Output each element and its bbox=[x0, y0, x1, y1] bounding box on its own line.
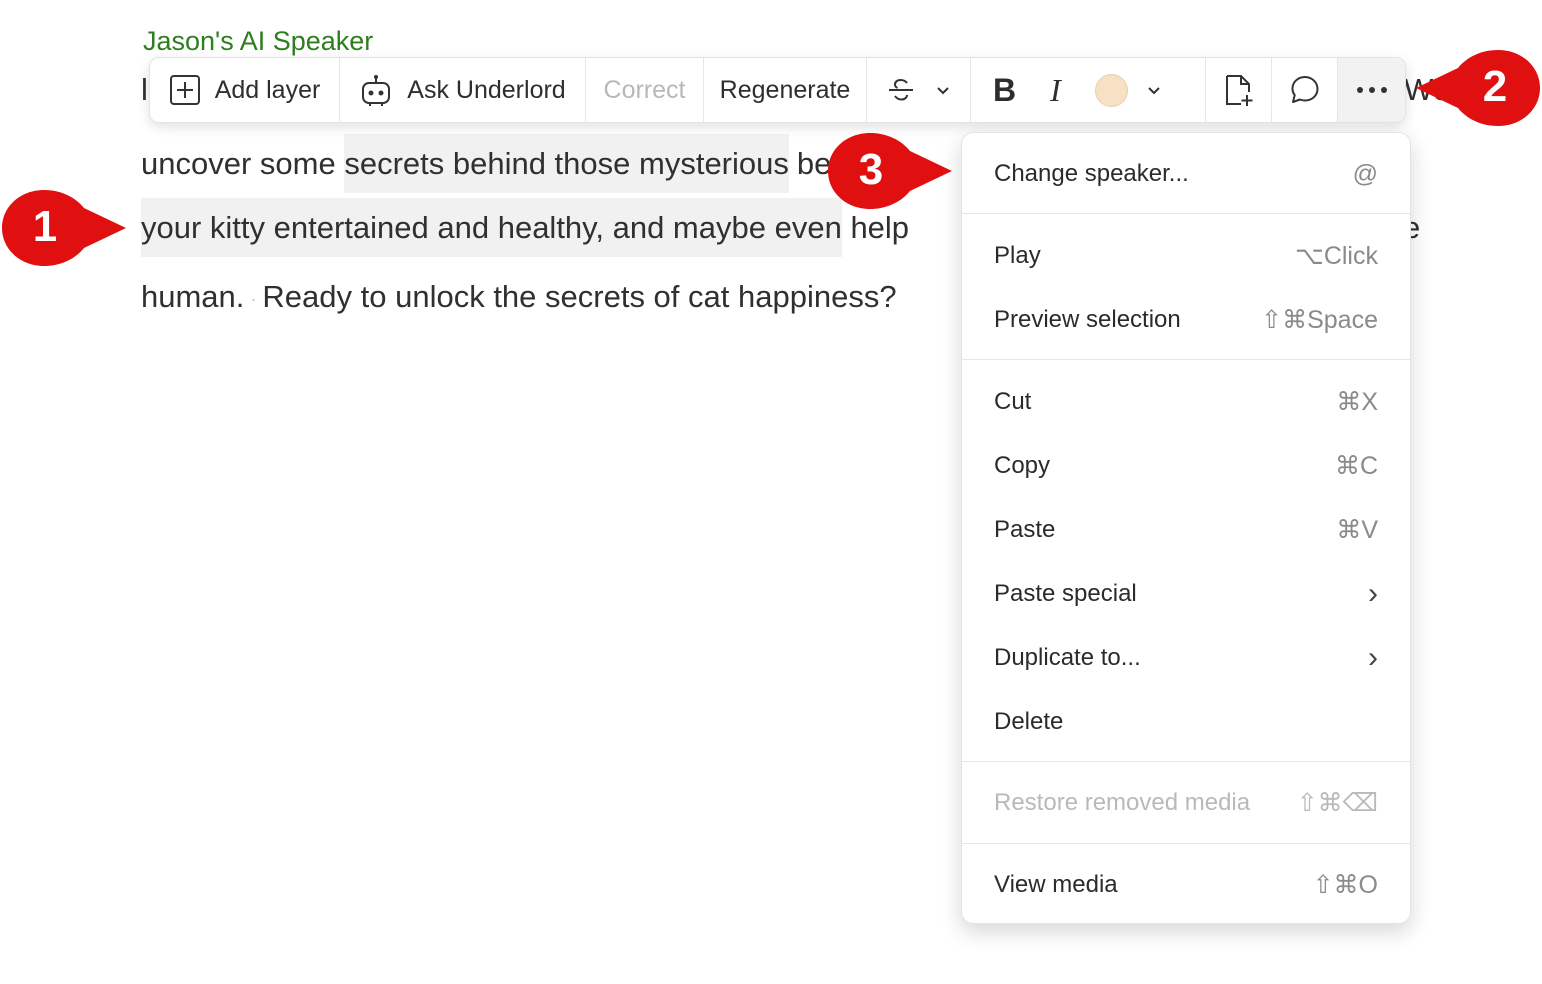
correct-label: Correct bbox=[603, 75, 686, 104]
menu-item-shortcut: ⇧⌘Space bbox=[1261, 306, 1378, 334]
menu-separator bbox=[962, 213, 1410, 214]
callout-1-label: 1 bbox=[32, 202, 58, 251]
menu-item-paste-special[interactable]: Paste special › bbox=[962, 570, 1410, 618]
transcript-line-3[interactable]: your kitty entertained and healthy, and … bbox=[141, 198, 910, 257]
correct-button[interactable]: Correct bbox=[586, 58, 704, 122]
callout-3: 3 bbox=[826, 131, 954, 211]
selection-toolbar: Add layer Ask Underlord Correct Regenera… bbox=[149, 57, 1406, 123]
chevron-right-icon: › bbox=[1368, 577, 1378, 610]
menu-item-delete[interactable]: Delete bbox=[962, 698, 1410, 746]
more-options-menu: Change speaker... @ Play ⌥Click Preview … bbox=[961, 132, 1411, 924]
add-file-button[interactable] bbox=[1206, 58, 1272, 122]
menu-item-duplicate-to[interactable]: Duplicate to... › bbox=[962, 634, 1410, 682]
menu-item-label: Delete bbox=[994, 708, 1064, 735]
add-layer-button[interactable]: Add layer bbox=[150, 58, 340, 122]
menu-item-label: Play bbox=[994, 242, 1041, 269]
ask-underlord-label: Ask Underlord bbox=[407, 75, 566, 104]
line1-left: l bbox=[141, 72, 148, 107]
menu-separator bbox=[962, 843, 1410, 844]
speaker-name[interactable]: Jason's AI Speaker bbox=[143, 26, 373, 57]
plus-square-icon bbox=[169, 74, 201, 106]
menu-item-restore-removed-media[interactable]: Restore removed media ⇧⌘⌫ bbox=[962, 779, 1410, 827]
line4-b: Ready to unlock the secrets of cat happi… bbox=[262, 279, 897, 314]
line2-plain: uncover some bbox=[141, 146, 345, 181]
menu-item-shortcut: ⌘X bbox=[1336, 388, 1378, 416]
callout-2-label: 2 bbox=[1482, 62, 1508, 111]
word-gap-dot: · bbox=[250, 288, 257, 309]
add-file-icon bbox=[1224, 73, 1254, 107]
menu-item-shortcut: ⌘C bbox=[1334, 452, 1378, 480]
menu-item-preview-selection[interactable]: Preview selection ⇧⌘Space bbox=[962, 296, 1410, 344]
menu-item-label: Change speaker... bbox=[994, 160, 1189, 187]
comment-button[interactable] bbox=[1272, 58, 1338, 122]
transcript-line-2[interactable]: uncover some secrets behind those myster… bbox=[141, 134, 831, 193]
regenerate-label: Regenerate bbox=[719, 75, 851, 104]
menu-item-shortcut: ⌘V bbox=[1336, 516, 1378, 544]
line4-a: human. bbox=[141, 279, 245, 314]
menu-item-shortcut: @ bbox=[1352, 159, 1378, 188]
line3-tail: help bbox=[841, 210, 910, 245]
transcript-line-1[interactable]: l bbox=[141, 70, 148, 110]
line3-highlight: your kitty entertained and healthy, and … bbox=[141, 198, 842, 257]
chevron-down-icon bbox=[935, 82, 951, 98]
menu-item-label: Paste special bbox=[994, 580, 1137, 607]
menu-item-label: Preview selection bbox=[994, 306, 1181, 333]
robot-icon bbox=[359, 73, 393, 107]
italic-icon[interactable]: I bbox=[1050, 72, 1061, 109]
chevron-down-icon bbox=[1146, 82, 1162, 98]
menu-item-label: Copy bbox=[994, 452, 1051, 479]
menu-item-view-media[interactable]: View media ⇧⌘O bbox=[962, 861, 1410, 909]
chevron-right-icon: › bbox=[1368, 641, 1378, 674]
color-picker[interactable] bbox=[1094, 73, 1162, 107]
bold-icon[interactable]: B bbox=[993, 72, 1016, 109]
menu-separator bbox=[962, 761, 1410, 762]
menu-item-play[interactable]: Play ⌥Click bbox=[962, 232, 1410, 280]
menu-item-label: Cut bbox=[994, 388, 1032, 415]
line2-highlight: secrets behind those mysterious bbox=[344, 134, 789, 193]
callout-3-label: 3 bbox=[858, 145, 884, 194]
more-icon bbox=[1356, 86, 1388, 94]
add-layer-label: Add layer bbox=[214, 75, 321, 104]
menu-item-shortcut: ⇧⌘O bbox=[1312, 871, 1378, 899]
menu-item-cut[interactable]: Cut ⌘X bbox=[962, 378, 1410, 426]
menu-item-copy[interactable]: Copy ⌘C bbox=[962, 442, 1410, 490]
ask-underlord-button[interactable]: Ask Underlord bbox=[340, 58, 586, 122]
menu-item-label: Restore removed media bbox=[994, 789, 1251, 816]
format-group: B I bbox=[971, 58, 1206, 122]
callout-1: 1 bbox=[0, 188, 128, 268]
regenerate-button[interactable]: Regenerate bbox=[704, 58, 867, 122]
strikethrough-dropdown[interactable] bbox=[867, 58, 971, 122]
menu-item-label: View media bbox=[994, 871, 1118, 898]
menu-item-label: Duplicate to... bbox=[994, 644, 1141, 671]
color-swatch-icon bbox=[1094, 73, 1128, 107]
transcript-line-4[interactable]: human. · Ready to unlock the secrets of ca… bbox=[141, 277, 897, 319]
menu-item-paste[interactable]: Paste ⌘V bbox=[962, 506, 1410, 554]
menu-item-shortcut: ⇧⌘⌫ bbox=[1296, 789, 1378, 817]
menu-separator bbox=[962, 359, 1410, 360]
strikethrough-icon bbox=[887, 76, 915, 104]
menu-item-change-speaker[interactable]: Change speaker... @ bbox=[962, 150, 1410, 198]
menu-item-shortcut: ⌥Click bbox=[1295, 242, 1378, 270]
menu-item-label: Paste bbox=[994, 516, 1056, 543]
comment-icon bbox=[1289, 74, 1321, 106]
more-button[interactable] bbox=[1338, 58, 1405, 122]
callout-2: 2 bbox=[1414, 48, 1542, 128]
